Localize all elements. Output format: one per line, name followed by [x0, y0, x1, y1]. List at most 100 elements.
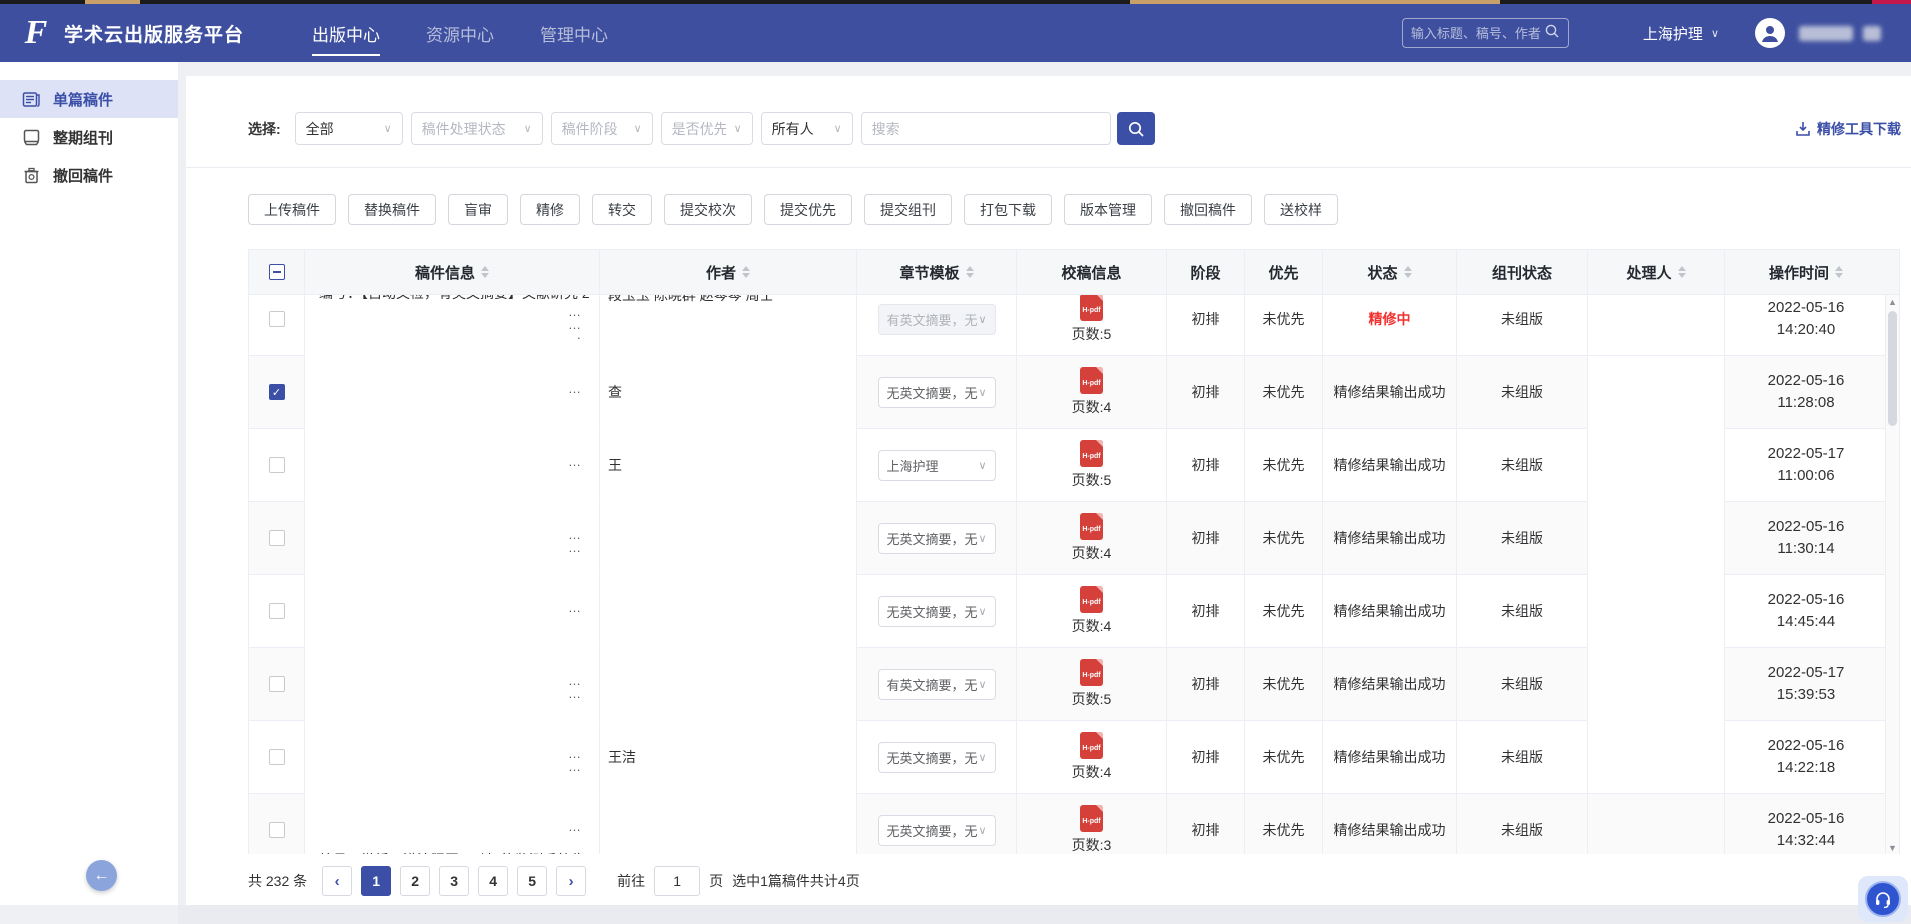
filter-select-0[interactable]: 全部∨: [295, 112, 403, 145]
action-button-10[interactable]: 撤回稿件: [1164, 194, 1252, 225]
next-page-button[interactable]: ›: [556, 866, 586, 896]
pdf-icon[interactable]: H-pdf: [1080, 659, 1103, 686]
sort-asc-icon[interactable]: [481, 266, 489, 271]
sort-icon[interactable]: [1835, 266, 1843, 278]
action-button-11[interactable]: 送校样: [1264, 194, 1338, 225]
chapter-template-select[interactable]: 有英文摘要，无编∨: [878, 669, 996, 700]
sort-icon[interactable]: [1678, 266, 1686, 278]
sort-desc-icon[interactable]: [742, 273, 750, 278]
chapter-template-select[interactable]: 无英文摘要，无编∨: [878, 815, 996, 846]
vertical-scrollbar[interactable]: ▲ ▼: [1885, 295, 1899, 854]
action-button-4[interactable]: 转交: [592, 194, 652, 225]
user-avatar[interactable]: [1755, 18, 1785, 48]
table-row-2[interactable]: …王上海护理∨H-pdf页数:5初排未优先精修结果输出成功未组版2022-05-…: [249, 429, 1887, 502]
action-button-9[interactable]: 版本管理: [1064, 194, 1152, 225]
pdf-icon[interactable]: H-pdf: [1080, 367, 1103, 394]
filter-select-4[interactable]: 所有人∨: [761, 112, 853, 145]
row-checkbox[interactable]: [269, 749, 285, 765]
scroll-up-icon[interactable]: ▲: [1888, 297, 1897, 307]
manuscript-info-cell[interactable]: ……: [304, 721, 599, 794]
manuscript-info-cell[interactable]: …: [304, 429, 599, 502]
manuscript-info-cell[interactable]: …: [304, 356, 599, 429]
prev-page-button[interactable]: ‹: [322, 866, 352, 896]
chapter-template-select[interactable]: 上海护理∨: [878, 450, 996, 481]
page-button-5[interactable]: 5: [517, 866, 547, 896]
table-row-6[interactable]: ……王洁无英文摘要，无编∨H-pdf页数:4初排未优先精修结果输出成功未组版20…: [249, 721, 1887, 794]
page-button-4[interactable]: 4: [478, 866, 508, 896]
sort-asc-icon[interactable]: [1678, 266, 1686, 271]
manuscript-info-cell[interactable]: ……: [304, 502, 599, 575]
select-all-checkbox[interactable]: [269, 264, 285, 280]
pdf-icon[interactable]: H-pdf: [1080, 513, 1103, 540]
sort-desc-icon[interactable]: [481, 273, 489, 278]
manuscript-info-cell[interactable]: …: [304, 575, 599, 648]
action-button-3[interactable]: 精修: [520, 194, 580, 225]
manuscript-info-cell[interactable]: 编号：【自动文检，有英文摘要】文献研究 2021……·: [304, 294, 599, 356]
sidebar-item-0[interactable]: 单篇稿件: [0, 80, 178, 118]
action-button-1[interactable]: 替换稿件: [348, 194, 436, 225]
sort-icon[interactable]: [966, 266, 974, 278]
nav-item-2[interactable]: 管理中心: [517, 4, 631, 62]
filter-select-3[interactable]: 是否优先∨: [661, 112, 753, 145]
filter-search-button[interactable]: [1117, 112, 1155, 145]
action-button-2[interactable]: 盲审: [448, 194, 508, 225]
org-selector[interactable]: 上海护理 ∨: [1643, 23, 1719, 44]
scroll-down-icon[interactable]: ▼: [1888, 843, 1897, 853]
collapse-back-button[interactable]: ←: [86, 860, 117, 891]
page-button-3[interactable]: 3: [439, 866, 469, 896]
row-checkbox[interactable]: [269, 603, 285, 619]
row-checkbox[interactable]: [269, 457, 285, 473]
sort-icon[interactable]: [1404, 266, 1412, 278]
sort-desc-icon[interactable]: [966, 273, 974, 278]
chapter-template-select[interactable]: 无英文摘要，无编∨: [878, 523, 996, 554]
chapter-template-select[interactable]: 无英文摘要，无编∨: [878, 377, 996, 408]
row-checkbox[interactable]: [269, 530, 285, 546]
sort-asc-icon[interactable]: [1835, 266, 1843, 271]
action-button-6[interactable]: 提交优先: [764, 194, 852, 225]
nav-item-0[interactable]: 出版中心: [289, 4, 403, 62]
chapter-template-select[interactable]: 无英文摘要，无编∨: [878, 596, 996, 627]
scrollbar-thumb[interactable]: [1888, 311, 1897, 426]
tool-download-link[interactable]: 精修工具下载: [1795, 119, 1901, 139]
pdf-icon[interactable]: H-pdf: [1080, 732, 1103, 759]
nav-item-1[interactable]: 资源中心: [403, 4, 517, 62]
navbar-search-input[interactable]: [1411, 26, 1544, 41]
table-row-1[interactable]: …查无英文摘要，无编∨H-pdf页数:4初排未优先精修结果输出成功未组版2022…: [249, 356, 1887, 429]
goto-page-input[interactable]: [654, 866, 700, 896]
sort-asc-icon[interactable]: [742, 266, 750, 271]
filter-select-2[interactable]: 稿件阶段∨: [551, 112, 653, 145]
manuscript-info-cell[interactable]: 编号：微循环灌注踝泵运动智能监测系统临床应用【其…: [304, 794, 599, 854]
table-row-7[interactable]: 编号：微循环灌注踝泵运动智能监测系统临床应用【其…无英文摘要，无编∨H-pdf页…: [249, 794, 1887, 854]
filter-search-input[interactable]: [861, 112, 1111, 145]
table-row-0[interactable]: 编号：【自动文检，有英文摘要】文献研究 2021……·段玉玉 陈晓群 赵琴琴 周…: [249, 294, 1887, 356]
chapter-template-select[interactable]: 有英文摘要，无编∨: [878, 304, 996, 335]
sort-desc-icon[interactable]: [1678, 273, 1686, 278]
sort-desc-icon[interactable]: [1835, 273, 1843, 278]
filter-select-1[interactable]: 稿件处理状态∨: [411, 112, 543, 145]
action-button-0[interactable]: 上传稿件: [248, 194, 336, 225]
table-row-4[interactable]: …无英文摘要，无编∨H-pdf页数:4初排未优先精修结果输出成功未组版2022-…: [249, 575, 1887, 648]
page-button-1[interactable]: 1: [361, 866, 391, 896]
row-checkbox[interactable]: [269, 822, 285, 838]
sidebar-item-1[interactable]: 整期组刊: [0, 118, 178, 156]
manuscript-info-cell[interactable]: ……: [304, 648, 599, 721]
pdf-icon[interactable]: H-pdf: [1080, 805, 1103, 832]
pdf-icon[interactable]: H-pdf: [1080, 586, 1103, 613]
page-button-2[interactable]: 2: [400, 866, 430, 896]
sort-asc-icon[interactable]: [1404, 266, 1412, 271]
chat-widget-button[interactable]: [1858, 876, 1908, 922]
pdf-icon[interactable]: H-pdf: [1080, 294, 1103, 321]
sort-icon[interactable]: [481, 266, 489, 278]
sort-asc-icon[interactable]: [966, 266, 974, 271]
sort-desc-icon[interactable]: [1404, 273, 1412, 278]
action-button-7[interactable]: 提交组刊: [864, 194, 952, 225]
sort-icon[interactable]: [742, 266, 750, 278]
app-logo[interactable]: F: [16, 13, 56, 53]
row-checkbox[interactable]: [269, 384, 285, 400]
action-button-8[interactable]: 打包下载: [964, 194, 1052, 225]
navbar-search-box[interactable]: [1402, 18, 1569, 48]
table-row-3[interactable]: ……无英文摘要，无编∨H-pdf页数:4初排未优先精修结果输出成功未组版2022…: [249, 502, 1887, 575]
action-button-5[interactable]: 提交校次: [664, 194, 752, 225]
row-checkbox[interactable]: [269, 676, 285, 692]
pdf-icon[interactable]: H-pdf: [1080, 440, 1103, 467]
